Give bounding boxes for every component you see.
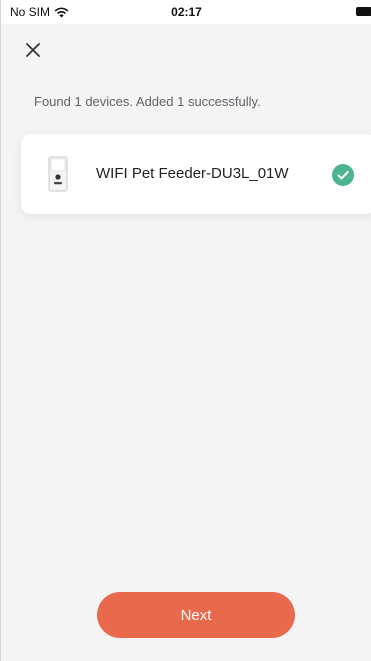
close-icon — [26, 43, 40, 57]
status-time: 02:17 — [171, 5, 202, 19]
pet-feeder-device-icon — [48, 156, 68, 192]
status-bar: No SIM 02:17 — [1, 0, 371, 24]
device-name: WIFI Pet Feeder-DU3L_01W — [96, 165, 289, 182]
check-circle-icon — [332, 164, 354, 186]
device-pairing-screen: No SIM 02:17 Found 1 devices. Added 1 su… — [0, 0, 371, 661]
next-button[interactable]: Next — [97, 592, 295, 638]
battery-icon — [356, 7, 371, 16]
device-card[interactable]: WIFI Pet Feeder-DU3L_01W — [21, 134, 371, 214]
close-button[interactable] — [21, 38, 45, 62]
pairing-result-message: Found 1 devices. Added 1 successfully. — [34, 94, 261, 109]
